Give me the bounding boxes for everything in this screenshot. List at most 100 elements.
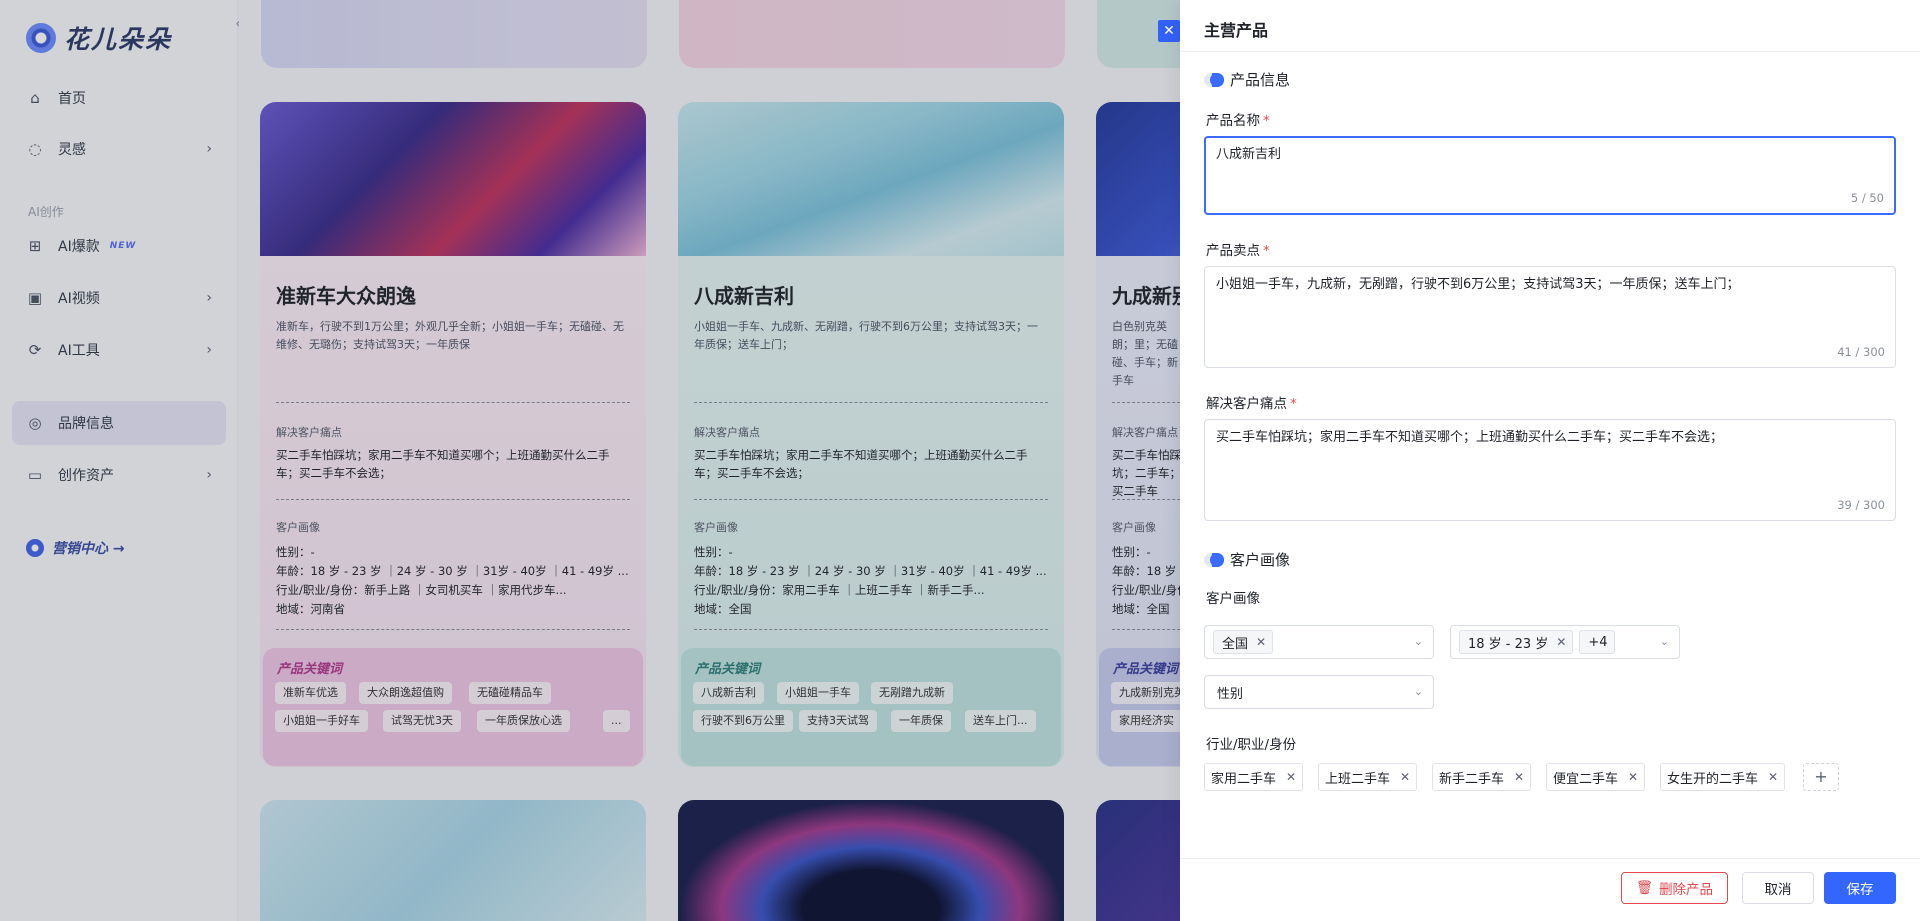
chip-close-icon[interactable]: ✕ bbox=[1556, 635, 1566, 649]
tag-label: 上班二手车 bbox=[1325, 771, 1391, 787]
product-card[interactable]: 准新车大众朗逸 准新车，行驶不到1万公里；外观几乎全新；小姐姐一手车；无磕碰、无… bbox=[260, 102, 646, 767]
required-mark: * bbox=[1263, 113, 1270, 129]
logo-text: 花儿朵朵 bbox=[64, 25, 173, 54]
sidebar-item-ai-tools[interactable]: ⟳ AI工具 › bbox=[12, 328, 226, 372]
keyword-tag: 一年质保 bbox=[891, 710, 951, 732]
label-text: 产品卖点 bbox=[1206, 243, 1260, 259]
tag-close-icon[interactable]: ✕ bbox=[1628, 770, 1638, 784]
keyword-tag: 大众朗逸超值购 bbox=[359, 682, 452, 704]
chevron-right-icon: › bbox=[206, 290, 212, 306]
persona-job: 行业/职业/身份：家用二手车 ｜上班二手车 ｜新手二手... bbox=[694, 583, 985, 597]
chevron-right-icon: › bbox=[206, 342, 212, 358]
app-root: 花儿朵朵 ⌂ 首页 ◌ 灵感 › AI创作 ⊞ AI爆款 NEW ▣ AI视频 … bbox=[0, 0, 1920, 921]
field-label-pain: 解决客户痛点 * bbox=[1206, 392, 1297, 412]
sidebar-item-label: 品牌信息 bbox=[58, 416, 114, 432]
sidebar-item-assets[interactable]: ▭ 创作资产 › bbox=[12, 453, 226, 497]
pain-points-input[interactable]: 买二手车怕踩坑；家用二手车不知道买哪个；上班通勤买什么二手车；买二手车不会选； … bbox=[1204, 419, 1896, 521]
persona-label: 客户画像 bbox=[694, 521, 738, 534]
keyword-box: 产品关键词 八成新吉利 小姐姐一手车 无剐蹭九成新 行驶不到6万公里 支持3天试… bbox=[681, 648, 1061, 766]
persona-region: 地域：全国 bbox=[694, 602, 752, 616]
product-drawer: 主营产品 产品信息 产品名称 * 八成新吉利 5 / 50 产品卖点 * 小姐姐一手… bbox=[1180, 0, 1920, 921]
logo-flower-icon bbox=[26, 23, 56, 53]
tag-label: 女生开的二手车 bbox=[1667, 771, 1759, 787]
persona-label: 客户画像 bbox=[276, 521, 320, 534]
input-value: 小姐姐一手车，九成新，无剐蹭，行驶不到6万公里；支持试驾3天；一年质保；送车上门… bbox=[1216, 277, 1740, 292]
divider bbox=[276, 629, 630, 630]
label-text: 产品名称 bbox=[1206, 113, 1260, 129]
sidebar-item-inspiration[interactable]: ◌ 灵感 › bbox=[12, 127, 226, 171]
product-name-input[interactable]: 八成新吉利 5 / 50 bbox=[1204, 136, 1896, 215]
pain-text: 买二手车怕踩坑；家用二手车不知道买哪个；上班通勤买什么二手车；买二手车不会选； bbox=[276, 448, 610, 480]
card-desc: 白色别克英朗；里；无磕碰、手车；新手车 bbox=[1112, 320, 1178, 387]
persona-job: 行业/职业/身份：新手上路 ｜女司机买车 ｜家用代步车... bbox=[276, 583, 567, 597]
keyword-more[interactable]: 送车上门... bbox=[965, 710, 1036, 732]
selling-points-input[interactable]: 小姐姐一手车，九成新，无剐蹭，行驶不到6万公里；支持试驾3天；一年质保；送车上门… bbox=[1204, 266, 1896, 368]
brand-icon: ◎ bbox=[28, 414, 42, 432]
sidebar: 花儿朵朵 ⌂ 首页 ◌ 灵感 › AI创作 ⊞ AI爆款 NEW ▣ AI视频 … bbox=[0, 0, 238, 921]
gender-select[interactable]: 性别 ⌄ bbox=[1204, 675, 1434, 709]
field-label-persona: 客户画像 bbox=[1206, 591, 1260, 607]
drawer-footer: 🗑 删除产品 取消 保存 bbox=[1180, 858, 1920, 921]
card-hero-image bbox=[678, 102, 1064, 256]
sidebar-item-label: 创作资产 bbox=[58, 468, 114, 484]
region-chip: 全国 ✕ bbox=[1213, 630, 1274, 654]
sidebar-item-ai-video[interactable]: ▣ AI视频 › bbox=[12, 276, 226, 320]
keyword-title: 产品关键词 bbox=[1113, 662, 1179, 677]
chevron-down-icon: ⌄ bbox=[1659, 635, 1669, 648]
add-job-tag-button[interactable]: + bbox=[1803, 763, 1839, 791]
tag-close-icon[interactable]: ✕ bbox=[1514, 770, 1524, 784]
save-button[interactable]: 保存 bbox=[1824, 872, 1896, 904]
new-badge: NEW bbox=[109, 241, 137, 251]
product-card[interactable] bbox=[260, 800, 646, 921]
home-icon: ⌂ bbox=[30, 89, 40, 107]
tag-close-icon[interactable]: ✕ bbox=[1286, 770, 1296, 784]
chevron-down-icon: ⌄ bbox=[1413, 685, 1423, 698]
tag-label: 家用二手车 bbox=[1211, 771, 1277, 787]
section-title: 客户画像 bbox=[1230, 551, 1291, 569]
marketing-label: 营销中心 → bbox=[52, 541, 125, 557]
sidebar-item-label: AI工具 bbox=[58, 343, 100, 359]
pain-label: 解决客户痛点 bbox=[694, 426, 760, 439]
tag-close-icon[interactable]: ✕ bbox=[1768, 770, 1778, 784]
keyword-more[interactable]: ... bbox=[603, 710, 630, 732]
sidebar-item-brand-info[interactable]: ◎ 品牌信息 bbox=[12, 401, 226, 445]
pain-label: 解决客户痛点 bbox=[276, 426, 342, 439]
age-select[interactable]: 18 岁 - 23 岁 ✕ +4 ⌄ bbox=[1450, 625, 1680, 659]
keyword-tag: 小姐姐一手好车 bbox=[275, 710, 368, 732]
field-label-selling: 产品卖点 * bbox=[1206, 239, 1270, 259]
chevron-right-icon: › bbox=[206, 467, 212, 483]
sidebar-item-label: 灵感 bbox=[58, 142, 86, 158]
section-product-info: 产品信息 bbox=[1204, 69, 1290, 90]
sidebar-item-home[interactable]: ⌂ 首页 bbox=[12, 76, 226, 120]
close-drawer-button[interactable]: ✕ bbox=[1158, 20, 1180, 42]
keyword-tag: 准新车优选 bbox=[275, 682, 346, 704]
keyword-box: 产品关键词 准新车优选 大众朗逸超值购 无磕碰精品车 小姐姐一手好车 试驾无忧3… bbox=[263, 648, 643, 766]
chip-label: 18 岁 - 23 岁 bbox=[1468, 636, 1549, 652]
section-persona: 客户画像 bbox=[1204, 549, 1290, 570]
tools-icon: ⟳ bbox=[28, 341, 42, 359]
chip-close-icon[interactable]: ✕ bbox=[1256, 635, 1266, 649]
tag-close-icon[interactable]: ✕ bbox=[1400, 770, 1410, 784]
input-value: 八成新吉利 bbox=[1216, 147, 1282, 162]
chip-label: +4 bbox=[1588, 634, 1608, 650]
product-card[interactable] bbox=[678, 800, 1064, 921]
product-card[interactable]: 八成新吉利 小姐姐一手车、九成新、无剐蹭，行驶不到6万公里；支持试驾3天；一年质… bbox=[678, 102, 1064, 767]
delete-product-button[interactable]: 🗑 删除产品 bbox=[1621, 872, 1728, 904]
ai-hot-icon: ⊞ bbox=[28, 237, 42, 255]
region-select[interactable]: 全国 ✕ ⌄ bbox=[1204, 625, 1434, 659]
cancel-button[interactable]: 取消 bbox=[1742, 872, 1814, 904]
card-title: 八成新吉利 bbox=[694, 284, 794, 308]
char-counter: 39 / 300 bbox=[1837, 498, 1885, 512]
sidebar-item-ai-hot[interactable]: ⊞ AI爆款 NEW bbox=[12, 224, 226, 268]
divider bbox=[276, 499, 630, 500]
video-icon: ▣ bbox=[27, 289, 43, 307]
job-tag: 家用二手车 ✕ bbox=[1204, 763, 1304, 791]
marketing-center-link[interactable]: 营销中心 → bbox=[26, 538, 125, 558]
required-mark: * bbox=[1290, 396, 1297, 412]
brand-logo[interactable]: 花儿朵朵 bbox=[26, 20, 172, 56]
persona-region: 地域：河南省 bbox=[276, 602, 345, 616]
persona-gender: 性别：- bbox=[694, 545, 733, 559]
keyword-tag: 一年质保放心选 bbox=[477, 710, 570, 732]
age-chip: 18 岁 - 23 岁 ✕ bbox=[1459, 630, 1574, 654]
keyword-tag: 八成新吉利 bbox=[693, 682, 764, 704]
